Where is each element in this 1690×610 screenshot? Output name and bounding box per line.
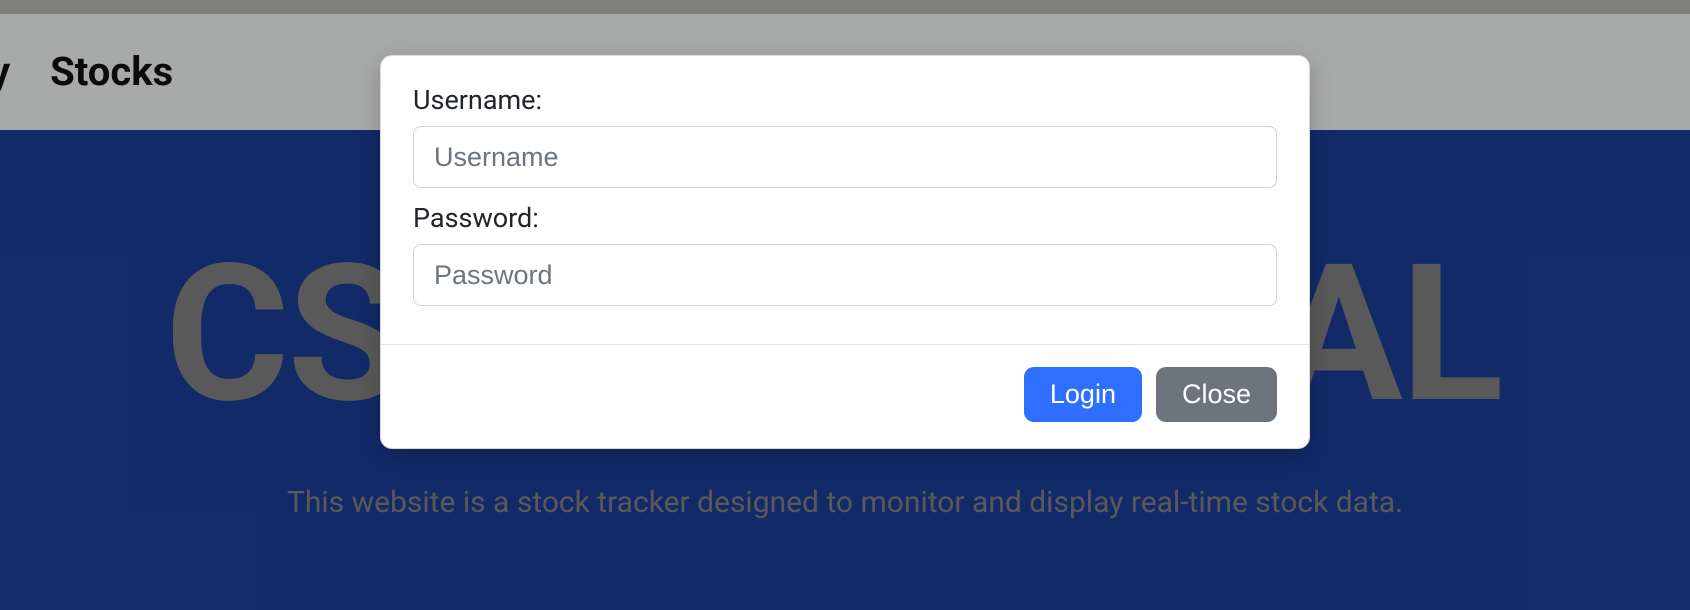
password-input[interactable]: [413, 244, 1277, 306]
password-label: Password:: [413, 202, 1277, 234]
modal-body: Username: Password:: [381, 56, 1309, 344]
login-button[interactable]: Login: [1024, 367, 1142, 422]
modal-footer: Login Close: [381, 345, 1309, 448]
window-top-strip: [0, 0, 1690, 14]
username-group: Username:: [413, 84, 1277, 188]
hero-subtitle: This website is a stock tracker designed…: [287, 485, 1403, 520]
username-label: Username:: [413, 84, 1277, 116]
password-group: Password:: [413, 202, 1277, 306]
username-input[interactable]: [413, 126, 1277, 188]
login-modal: Username: Password: Login Close: [380, 55, 1310, 449]
hero-title-left-fragment: CS: [165, 240, 402, 430]
nav-item-partial[interactable]: y: [0, 52, 30, 92]
nav-item-stocks[interactable]: Stocks: [30, 52, 193, 92]
close-button[interactable]: Close: [1156, 367, 1277, 422]
